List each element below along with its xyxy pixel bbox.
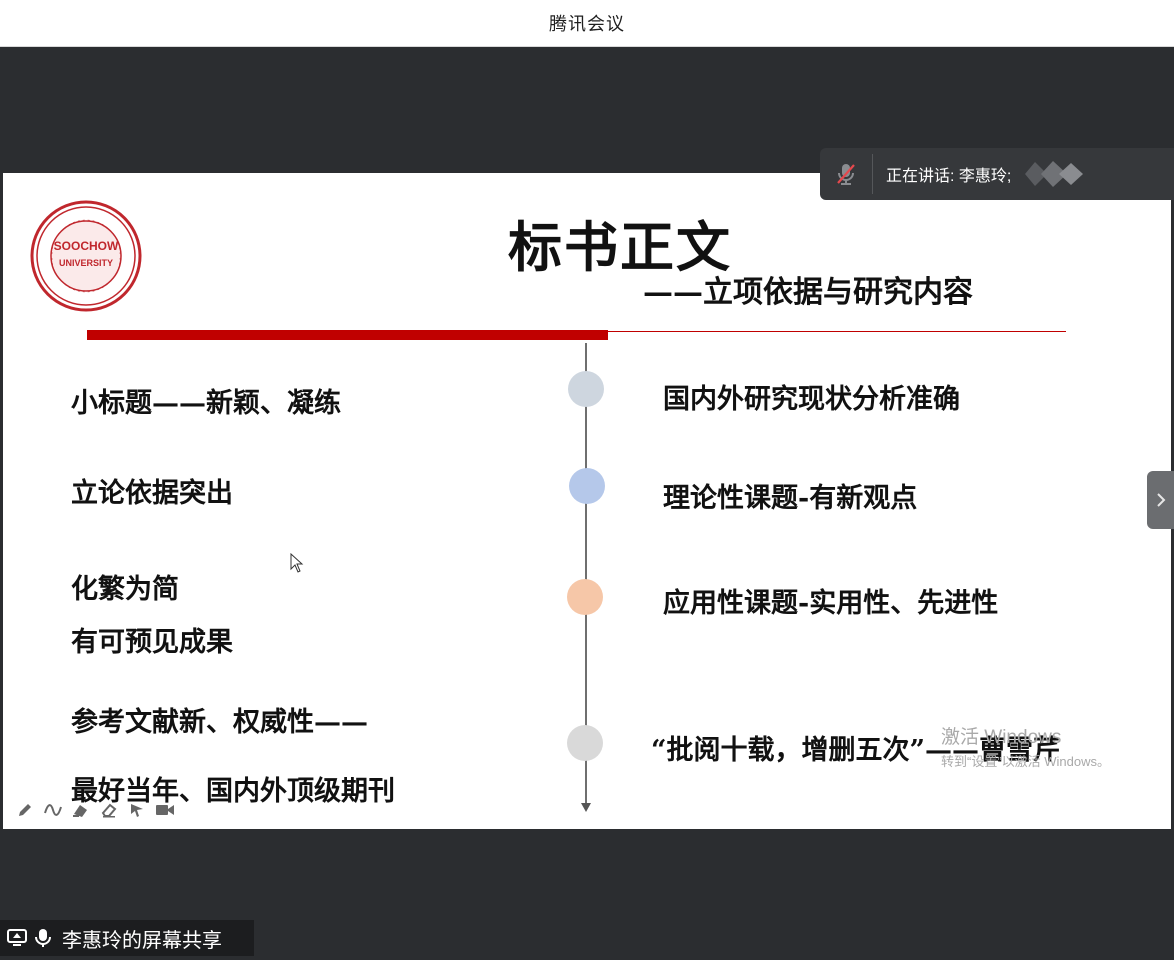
pen-icon[interactable] <box>15 801 35 819</box>
speaker-avatar-blur <box>1025 161 1084 187</box>
timeline-dot-2 <box>569 468 605 504</box>
timeline-arrow <box>581 803 591 812</box>
chevron-right-icon <box>1156 493 1165 507</box>
slide-subtitle: ——立项依据与研究内容 <box>643 275 973 310</box>
title-underline-bar <box>87 330 608 340</box>
annotation-toolbar <box>15 801 175 819</box>
svg-text:UNIVERSITY: UNIVERSITY <box>59 258 113 268</box>
muted-mic-icon[interactable] <box>820 148 872 200</box>
left-item: 有可预见成果 <box>71 627 233 658</box>
side-panel-toggle[interactable] <box>1147 471 1174 529</box>
screen-share-icon[interactable] <box>6 927 28 949</box>
left-item: 化繁为简 <box>71 574 179 605</box>
title-underline-line <box>608 331 1066 332</box>
speaking-separator <box>872 154 873 194</box>
watermark-line-1: 激活 Windows <box>941 727 1062 748</box>
shared-slide: SOOCHOW UNIVERSITY 标书正文 ——立项依据与研究内容 小标题—… <box>3 173 1171 829</box>
title-bar: 腾讯会议 <box>0 0 1174 47</box>
screen-share-bar: 李惠玲的屏幕共享 <box>0 920 254 956</box>
timeline-dot-1 <box>568 371 604 407</box>
left-item: 小标题——新颖、凝练 <box>71 388 341 419</box>
university-logo: SOOCHOW UNIVERSITY <box>30 200 142 312</box>
mouse-cursor-icon <box>290 553 304 573</box>
speaking-label: 正在讲话: 李惠玲; <box>886 168 1012 185</box>
left-item: 立论依据突出 <box>71 478 233 509</box>
timeline-dot-3 <box>567 579 603 615</box>
camera-icon[interactable] <box>155 801 175 819</box>
curve-icon[interactable] <box>43 801 63 819</box>
speaking-indicator: 正在讲话: 李惠玲; <box>820 148 1174 200</box>
windows-activation-watermark: 激活 Windows 转到“设置”以激活 Windows。 <box>941 722 1110 770</box>
right-item: 国内外研究现状分析准确 <box>663 384 960 415</box>
left-item: 参考文献新、权威性—— <box>71 707 368 738</box>
eraser-icon[interactable] <box>99 801 119 819</box>
highlighter-icon[interactable] <box>71 801 91 819</box>
svg-text:SOOCHOW: SOOCHOW <box>54 239 119 253</box>
watermark-line-2: 转到“设置”以激活 Windows。 <box>941 754 1111 769</box>
screen-share-label: 李惠玲的屏幕共享 <box>62 929 222 952</box>
timeline-dot-4 <box>567 725 603 761</box>
pointer-icon[interactable] <box>127 801 147 819</box>
right-item: 应用性课题-实用性、先进性 <box>663 588 999 619</box>
window-title: 腾讯会议 <box>549 14 625 35</box>
right-item: 理论性课题-有新观点 <box>663 483 918 514</box>
microphone-icon[interactable] <box>32 927 54 949</box>
